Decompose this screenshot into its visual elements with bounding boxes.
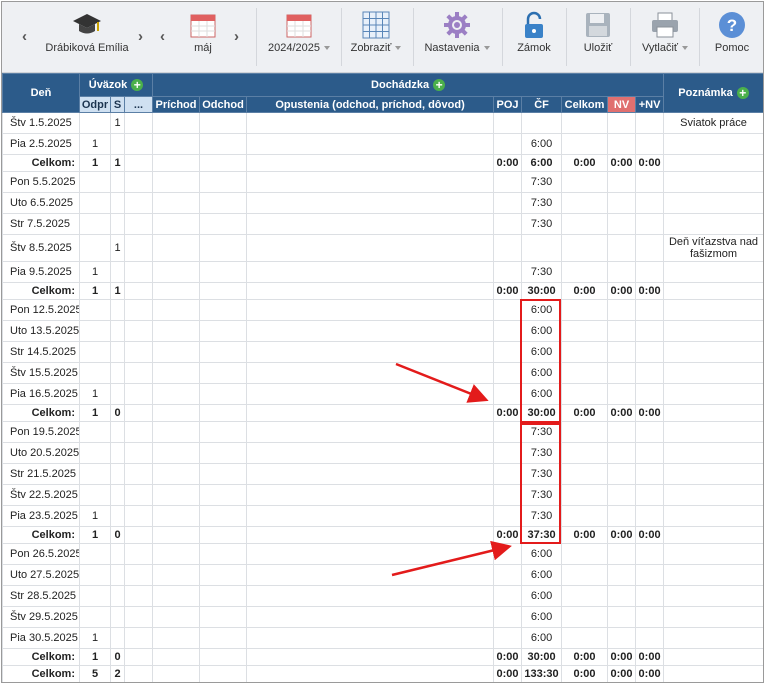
annotation-arrows — [391, 362, 512, 577]
annotation-arrow-1 — [395, 362, 489, 403]
attendance-window: ‹ Drábiková Emília › ‹ máj › 2024/2025 Z… — [1, 1, 764, 683]
annotation-arrow-2 — [391, 540, 512, 577]
